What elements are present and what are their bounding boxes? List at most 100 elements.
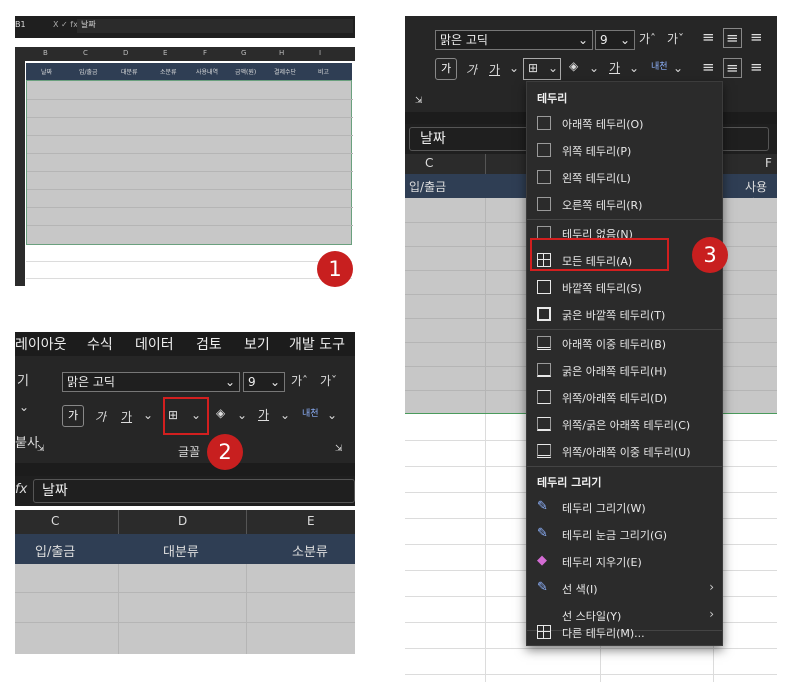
column-letter[interactable]: I	[319, 49, 321, 57]
chevron-down-icon[interactable]: ⌄	[629, 61, 639, 75]
chevron-down-icon[interactable]: ⌄	[327, 408, 337, 422]
chevron-down-icon[interactable]: ⌄	[509, 61, 519, 75]
column-letter[interactable]: E	[163, 49, 167, 57]
header-cell[interactable]: 결제수단	[274, 67, 296, 76]
column-letter[interactable]: C	[425, 156, 433, 170]
fx-icon[interactable]: X ✓ fx	[53, 20, 78, 29]
increase-font-icon[interactable]: 가ˆ	[291, 372, 308, 389]
font-name-select[interactable]: 맑은 고딕 ⌄	[62, 372, 240, 392]
column-headers: B C D E F G H I	[15, 47, 355, 61]
screenshot-panel-3: 맑은 고딕 ⌄ 9 ⌄ 가ˆ 가ˇ ≡ ≡ ≡ 가 가 가 ⌄ ⊞ ⌄ ◈ ⌄ …	[405, 16, 777, 682]
header-cell[interactable]: 대분류	[121, 67, 138, 76]
phonetic-icon[interactable]: 내천	[302, 406, 319, 419]
dialog-launcher-icon[interactable]: ⇲	[335, 444, 343, 454]
tab-layout[interactable]: 레이아웃	[15, 334, 67, 354]
name-box[interactable]: B1	[15, 20, 49, 34]
tab-review[interactable]: 검토	[196, 334, 222, 354]
decrease-font-icon[interactable]: 가ˇ	[320, 372, 337, 389]
tab-data[interactable]: 데이터	[135, 334, 174, 354]
align-left-icon[interactable]: ≡	[702, 58, 715, 76]
underline-button[interactable]: 가	[121, 408, 132, 425]
menu-item-erase-border[interactable]: ◆ 테두리 지우기(E)	[527, 550, 722, 574]
menu-item-draw-border[interactable]: ✎ 테두리 그리기(W)	[527, 496, 722, 520]
top-double-bottom-border-icon	[537, 444, 551, 458]
selected-range[interactable]	[15, 564, 355, 654]
font-name-select[interactable]: 맑은 고딕 ⌄	[435, 30, 593, 50]
underline-button[interactable]: 가	[489, 61, 500, 78]
header-cell[interactable]: 날짜	[41, 67, 52, 76]
menu-item-outside-borders[interactable]: 바깥쪽 테두리(S)	[527, 276, 722, 300]
column-letter[interactable]: D	[178, 514, 187, 528]
tab-view[interactable]: 보기	[244, 334, 270, 354]
header-cell[interactable]: 사용내역	[196, 67, 218, 76]
phonetic-icon[interactable]: 내천	[651, 59, 668, 72]
chevron-down-icon[interactable]: ⌄	[589, 61, 599, 75]
dialog-launcher-icon[interactable]: ⇲	[37, 444, 45, 454]
bold-button[interactable]: 가	[62, 405, 84, 427]
font-color-icon[interactable]: 가	[609, 59, 620, 76]
header-cell[interactable]: 입/출금	[79, 67, 98, 76]
column-letter[interactable]: H	[279, 49, 284, 57]
formula-input[interactable]: 날짜	[33, 479, 355, 503]
menu-item-draw-border-grid[interactable]: ✎ 테두리 눈금 그리기(G)	[527, 523, 722, 547]
italic-button[interactable]: 가	[95, 408, 106, 425]
column-letter[interactable]: C	[51, 514, 59, 528]
column-letter[interactable]: F	[203, 49, 207, 57]
menu-section-title: 테두리	[537, 92, 568, 105]
menu-item-bottom-double-border[interactable]: 아래쪽 이중 테두리(B)	[527, 332, 722, 356]
menu-item-left-border[interactable]: 왼쪽 테두리(L)	[527, 166, 722, 190]
border-button[interactable]: ⊞ ⌄	[523, 58, 561, 80]
menu-item-thick-bottom-border[interactable]: 굵은 아래쪽 테두리(H)	[527, 359, 722, 383]
dialog-launcher-icon[interactable]: ⇲	[415, 96, 423, 106]
italic-button[interactable]: 가	[466, 61, 477, 78]
font-color-icon[interactable]: 가	[258, 406, 269, 423]
align-bottom-icon[interactable]: ≡	[750, 28, 763, 46]
menu-item-top-double-bottom-border[interactable]: 위쪽/아래쪽 이중 테두리(U)	[527, 440, 722, 464]
menu-item-top-thick-bottom-border[interactable]: 위쪽/굵은 아래쪽 테두리(C)	[527, 413, 722, 437]
formula-input[interactable]: 날짜	[77, 19, 353, 33]
column-letter[interactable]: D	[123, 49, 128, 57]
align-middle-icon[interactable]: ≡	[723, 28, 742, 48]
fill-color-icon[interactable]: ◈	[569, 59, 578, 73]
header-cell[interactable]: 비고	[318, 67, 329, 76]
align-center-icon[interactable]: ≡	[723, 58, 742, 78]
column-letter[interactable]: E	[307, 514, 315, 528]
borders-dropdown-menu: 테두리 아래쪽 테두리(O) 위쪽 테두리(P) 왼쪽 테두리(L) 오른쪽 테…	[526, 81, 723, 646]
menu-item-right-border[interactable]: 오른쪽 테두리(R)	[527, 193, 722, 217]
menu-item-line-color[interactable]: ✎ 선 색(I) ›	[527, 577, 722, 601]
menu-item-more-borders[interactable]: 다른 테두리(M)...	[527, 622, 722, 644]
header-cell[interactable]: 대분류	[163, 541, 199, 560]
tab-developer[interactable]: 개발 도구	[289, 334, 345, 354]
column-letter[interactable]: G	[241, 49, 246, 57]
menu-item-thick-outside-borders[interactable]: 굵은 바깥쪽 테두리(T)	[527, 303, 722, 327]
header-cell[interactable]: 금액(원)	[235, 67, 256, 76]
step-badge-1: 1	[317, 251, 353, 287]
font-size-select[interactable]: 9 ⌄	[243, 372, 285, 392]
column-letter[interactable]: B	[43, 49, 48, 57]
chevron-down-icon[interactable]: ⌄	[237, 408, 247, 422]
selected-range[interactable]	[26, 80, 353, 245]
menu-item-top-bottom-border[interactable]: 위쪽/아래쪽 테두리(D)	[527, 386, 722, 410]
fill-color-icon[interactable]: ◈	[216, 406, 225, 420]
chevron-down-icon[interactable]: ⌄	[280, 408, 290, 422]
column-letter[interactable]: F	[765, 156, 772, 170]
align-right-icon[interactable]: ≡	[750, 58, 763, 76]
decrease-font-icon[interactable]: 가ˇ	[667, 30, 684, 47]
menu-item-top-border[interactable]: 위쪽 테두리(P)	[527, 139, 722, 163]
header-cell[interactable]: 소분류	[160, 67, 177, 76]
font-size-select[interactable]: 9 ⌄	[595, 30, 635, 50]
chevron-down-icon[interactable]: ⌄	[673, 61, 683, 75]
header-cell[interactable]: 입/출금	[35, 541, 75, 560]
fx-icon[interactable]: fx	[15, 482, 27, 497]
tab-formulas[interactable]: 수식	[87, 334, 113, 354]
increase-font-icon[interactable]: 가ˆ	[639, 30, 656, 47]
header-cell[interactable]: 입/출금	[409, 178, 446, 195]
chevron-down-icon: ⌄	[619, 33, 630, 47]
header-cell[interactable]: 소분류	[292, 541, 328, 560]
align-top-icon[interactable]: ≡	[702, 28, 715, 46]
bold-button[interactable]: 가	[435, 58, 457, 80]
chevron-down-icon[interactable]: ⌄	[19, 400, 29, 414]
chevron-down-icon[interactable]: ⌄	[143, 408, 153, 422]
column-letter[interactable]: C	[83, 49, 88, 57]
menu-item-bottom-border[interactable]: 아래쪽 테두리(O)	[527, 112, 722, 136]
